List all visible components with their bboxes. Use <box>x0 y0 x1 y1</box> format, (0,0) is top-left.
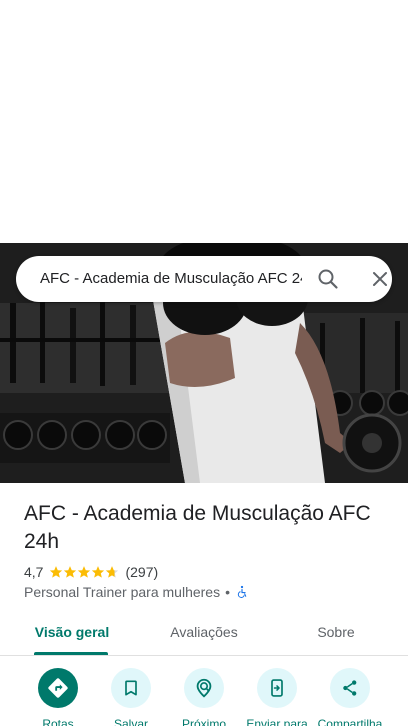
star-icon <box>64 566 77 578</box>
tab-reviews[interactable]: Avaliações <box>152 612 256 656</box>
review-count[interactable]: (297) <box>125 564 158 580</box>
tab-about[interactable]: Sobre <box>284 612 388 656</box>
rating-value: 4,7 <box>24 564 44 580</box>
wheelchair-icon <box>237 585 247 598</box>
star-icon <box>78 566 91 578</box>
share-icon <box>343 680 357 696</box>
place-category[interactable]: Personal Trainer para mulheres <box>24 584 220 600</box>
nearby-label: Próximo <box>181 717 226 726</box>
nearby-circle[interactable] <box>184 668 224 708</box>
category-row: Personal Trainer para mulheres • <box>24 583 249 601</box>
separator-dot: • <box>225 584 231 600</box>
send-to-phone-icon <box>271 679 283 697</box>
search-input[interactable]: AFC - Academia de Musculação AFC 24h <box>40 256 302 302</box>
share-label: Compartilha <box>317 717 383 726</box>
directions-circle[interactable] <box>38 668 78 708</box>
save-button[interactable]: Salvar <box>94 668 168 726</box>
action-buttons: Rotas Salvar Próximo Enviar para Compart… <box>0 668 408 726</box>
rating-row[interactable]: 4,7 (297) <box>24 563 158 581</box>
star-half-icon <box>106 566 119 578</box>
directions-icon <box>48 678 68 698</box>
map-blank-area <box>0 0 408 243</box>
rating-stars <box>49 565 119 579</box>
send-to-phone-button[interactable]: Enviar para <box>240 668 314 726</box>
search-bar[interactable]: AFC - Academia de Musculação AFC 24h <box>16 256 392 302</box>
send-to-phone-label: Enviar para <box>246 717 308 726</box>
save-label: Salvar <box>113 717 148 726</box>
send-to-phone-circle[interactable] <box>257 668 297 708</box>
share-circle[interactable] <box>330 668 370 708</box>
active-tab-indicator <box>34 652 108 655</box>
close-icon[interactable] <box>368 267 392 291</box>
save-circle[interactable] <box>111 668 151 708</box>
star-icon <box>92 566 105 578</box>
place-title: AFC - Academia de Musculação AFC 24h <box>24 502 371 553</box>
share-button[interactable]: Compartilha <box>313 668 387 726</box>
nearby-button[interactable]: Próximo <box>167 668 241 726</box>
directions-label: Rotas <box>42 717 74 726</box>
place-tabs: Visão geral Avaliações Sobre <box>0 612 408 656</box>
bookmark-icon <box>125 680 137 696</box>
search-icon[interactable] <box>316 267 340 291</box>
star-icon <box>50 566 63 578</box>
directions-button[interactable]: Rotas <box>21 668 95 726</box>
nearby-icon <box>196 678 212 698</box>
tab-overview[interactable]: Visão geral <box>20 612 124 656</box>
